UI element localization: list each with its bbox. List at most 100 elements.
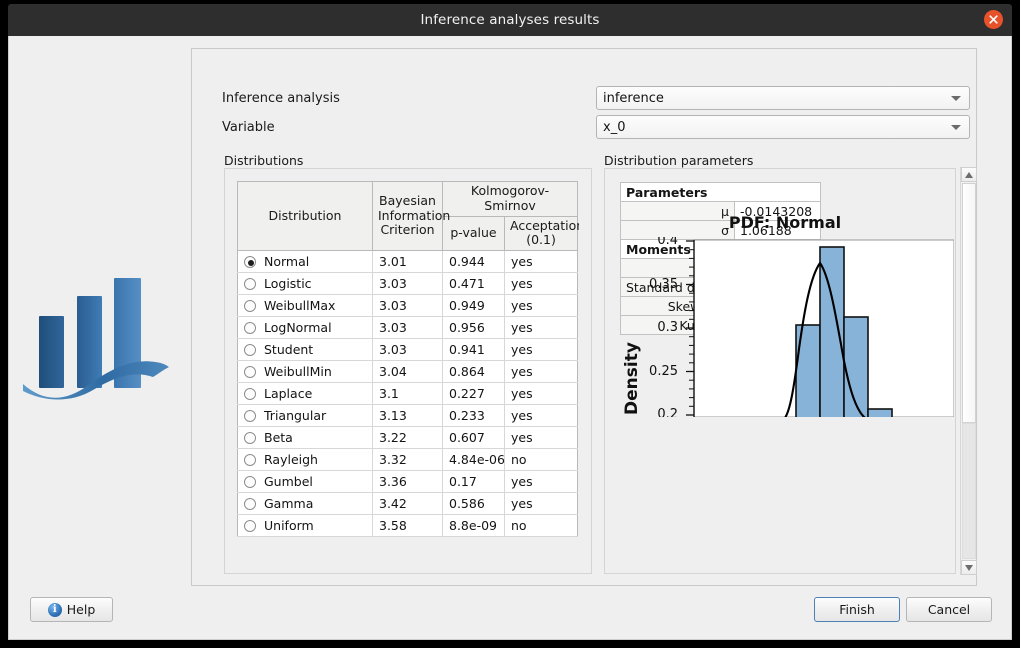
panel-scrollbar[interactable] [960, 167, 977, 575]
cell-distribution: LogNormal [237, 316, 373, 339]
radio-button[interactable] [244, 343, 256, 356]
help-button[interactable]: i Help [30, 597, 113, 622]
cell-bic: 3.32 [372, 448, 443, 471]
inference-analysis-select[interactable]: inference [596, 86, 970, 110]
radio-button[interactable] [244, 321, 256, 334]
cell-bic: 3.42 [372, 492, 443, 515]
cell-bic: 3.03 [372, 338, 443, 361]
table-row[interactable]: Gamma 3.42 0.586 yes [237, 492, 579, 515]
window-titlebar: Inference analyses results [8, 4, 1012, 36]
radio-button[interactable] [244, 475, 256, 488]
distributions-table-body: Normal 3.01 0.944 yes Logistic 3.03 0.471 yes We… [237, 250, 579, 537]
table-row[interactable]: WeibullMin 3.04 0.864 yes [237, 360, 579, 383]
table-row[interactable]: LogNormal 3.03 0.956 yes [237, 316, 579, 339]
variable-select[interactable]: x_0 [596, 115, 970, 139]
cell-pvalue: 0.864 [442, 360, 505, 383]
pdf-chart: Density 0.4 0.35 0.3 0.25 0.2 [606, 237, 954, 417]
chart-canvas [686, 239, 954, 417]
radio-button[interactable] [244, 409, 256, 422]
cell-acceptation: yes [503, 250, 579, 273]
scroll-up-button[interactable] [961, 167, 977, 182]
distribution-name: Logistic [264, 276, 312, 291]
cell-acceptation: no [503, 448, 579, 471]
distribution-name: Rayleigh [264, 452, 318, 467]
table-row[interactable]: Gumbel 3.36 0.17 yes [237, 470, 579, 493]
cell-acceptation: yes [503, 426, 579, 449]
cell-acceptation: yes [503, 492, 579, 515]
cell-distribution: Rayleigh [237, 448, 373, 471]
cell-bic: 3.03 [372, 294, 443, 317]
radio-button[interactable] [244, 497, 256, 510]
cell-distribution: Triangular [237, 404, 373, 427]
radio-button[interactable] [244, 299, 256, 312]
cancel-button[interactable]: Cancel [906, 597, 992, 622]
radio-button[interactable] [244, 387, 256, 400]
finish-button[interactable]: Finish [814, 597, 900, 622]
chevron-down-icon-2 [951, 124, 961, 130]
radio-button[interactable] [244, 431, 256, 444]
table-row[interactable]: Laplace 3.1 0.227 yes [237, 382, 579, 405]
scrollbar-track-lower[interactable] [962, 423, 976, 559]
radio-button[interactable] [244, 519, 256, 532]
radio-button[interactable] [244, 453, 256, 466]
table-row[interactable]: Normal 3.01 0.944 yes [237, 250, 579, 273]
params-section-row: Parameters [619, 182, 822, 202]
table-row[interactable]: Rayleigh 3.32 4.84e-06 no [237, 448, 579, 471]
cell-pvalue: 0.471 [442, 272, 505, 295]
distribution-name: Gumbel [264, 474, 313, 489]
table-row[interactable]: Uniform 3.58 8.8e-09 no [237, 514, 579, 537]
distribution-name: WeibullMin [264, 364, 332, 379]
distribution-name: Gamma [264, 496, 314, 511]
cell-acceptation: yes [503, 382, 579, 405]
cell-acceptation: yes [503, 338, 579, 361]
cell-pvalue: 0.941 [442, 338, 505, 361]
cell-bic: 3.01 [372, 250, 443, 273]
distribution-name: WeibullMax [264, 298, 336, 313]
distributions-table-scroll[interactable]: Distribution Bayesian Information Criter… [237, 181, 579, 562]
cell-pvalue: 0.949 [442, 294, 505, 317]
variable-value: x_0 [603, 119, 626, 135]
table-row[interactable]: Triangular 3.13 0.233 yes [237, 404, 579, 427]
cell-bic: 3.04 [372, 360, 443, 383]
info-icon: i [47, 602, 62, 617]
finish-button-label: Finish [839, 602, 875, 617]
cell-pvalue: 0.17 [442, 470, 505, 493]
close-icon[interactable] [984, 10, 1003, 29]
scrollbar-thumb[interactable] [962, 183, 976, 423]
inference-analysis-row: Inference analysis [222, 86, 552, 110]
table-row[interactable]: Beta 3.22 0.607 yes [237, 426, 579, 449]
cell-acceptation: yes [503, 470, 579, 493]
distribution-name: Uniform [264, 518, 314, 533]
chart-title: PDF: Normal [728, 213, 842, 232]
scroll-down-button[interactable] [961, 560, 977, 575]
th-pvalue: p-value [442, 215, 505, 251]
table-row[interactable]: Student 3.03 0.941 yes [237, 338, 579, 361]
cell-bic: 3.1 [372, 382, 443, 405]
cell-bic: 3.22 [372, 426, 443, 449]
cell-bic: 3.13 [372, 404, 443, 427]
variable-row: Variable [222, 115, 552, 139]
variable-label: Variable [222, 119, 275, 135]
table-row[interactable]: Logistic 3.03 0.471 yes [237, 272, 579, 295]
distributions-table: Distribution Bayesian Information Criter… [237, 181, 579, 537]
radio-button[interactable] [244, 365, 256, 378]
distribution-name: Normal [264, 254, 310, 269]
cell-distribution: Uniform [237, 514, 373, 537]
distribution-name: Triangular [264, 408, 327, 423]
cell-distribution: WeibullMin [237, 360, 373, 383]
cell-pvalue: 0.607 [442, 426, 505, 449]
help-button-label: Help [66, 602, 96, 617]
cell-pvalue: 0.233 [442, 404, 505, 427]
distributions-group-title: Distributions [224, 153, 304, 168]
dialog-body: Inference analysis inference Variable x_… [8, 36, 1012, 640]
th-distribution: Distribution [237, 181, 373, 251]
cell-pvalue: 0.956 [442, 316, 505, 339]
cell-pvalue: 0.227 [442, 382, 505, 405]
radio-button[interactable] [244, 255, 256, 268]
th-ks: Kolmogorov-Smirnov [441, 181, 579, 217]
cell-bic: 3.58 [372, 514, 443, 537]
cell-pvalue: 0.586 [442, 492, 505, 515]
radio-button[interactable] [244, 277, 256, 290]
cell-distribution: Gumbel [237, 470, 373, 493]
table-row[interactable]: WeibullMax 3.03 0.949 yes [237, 294, 579, 317]
